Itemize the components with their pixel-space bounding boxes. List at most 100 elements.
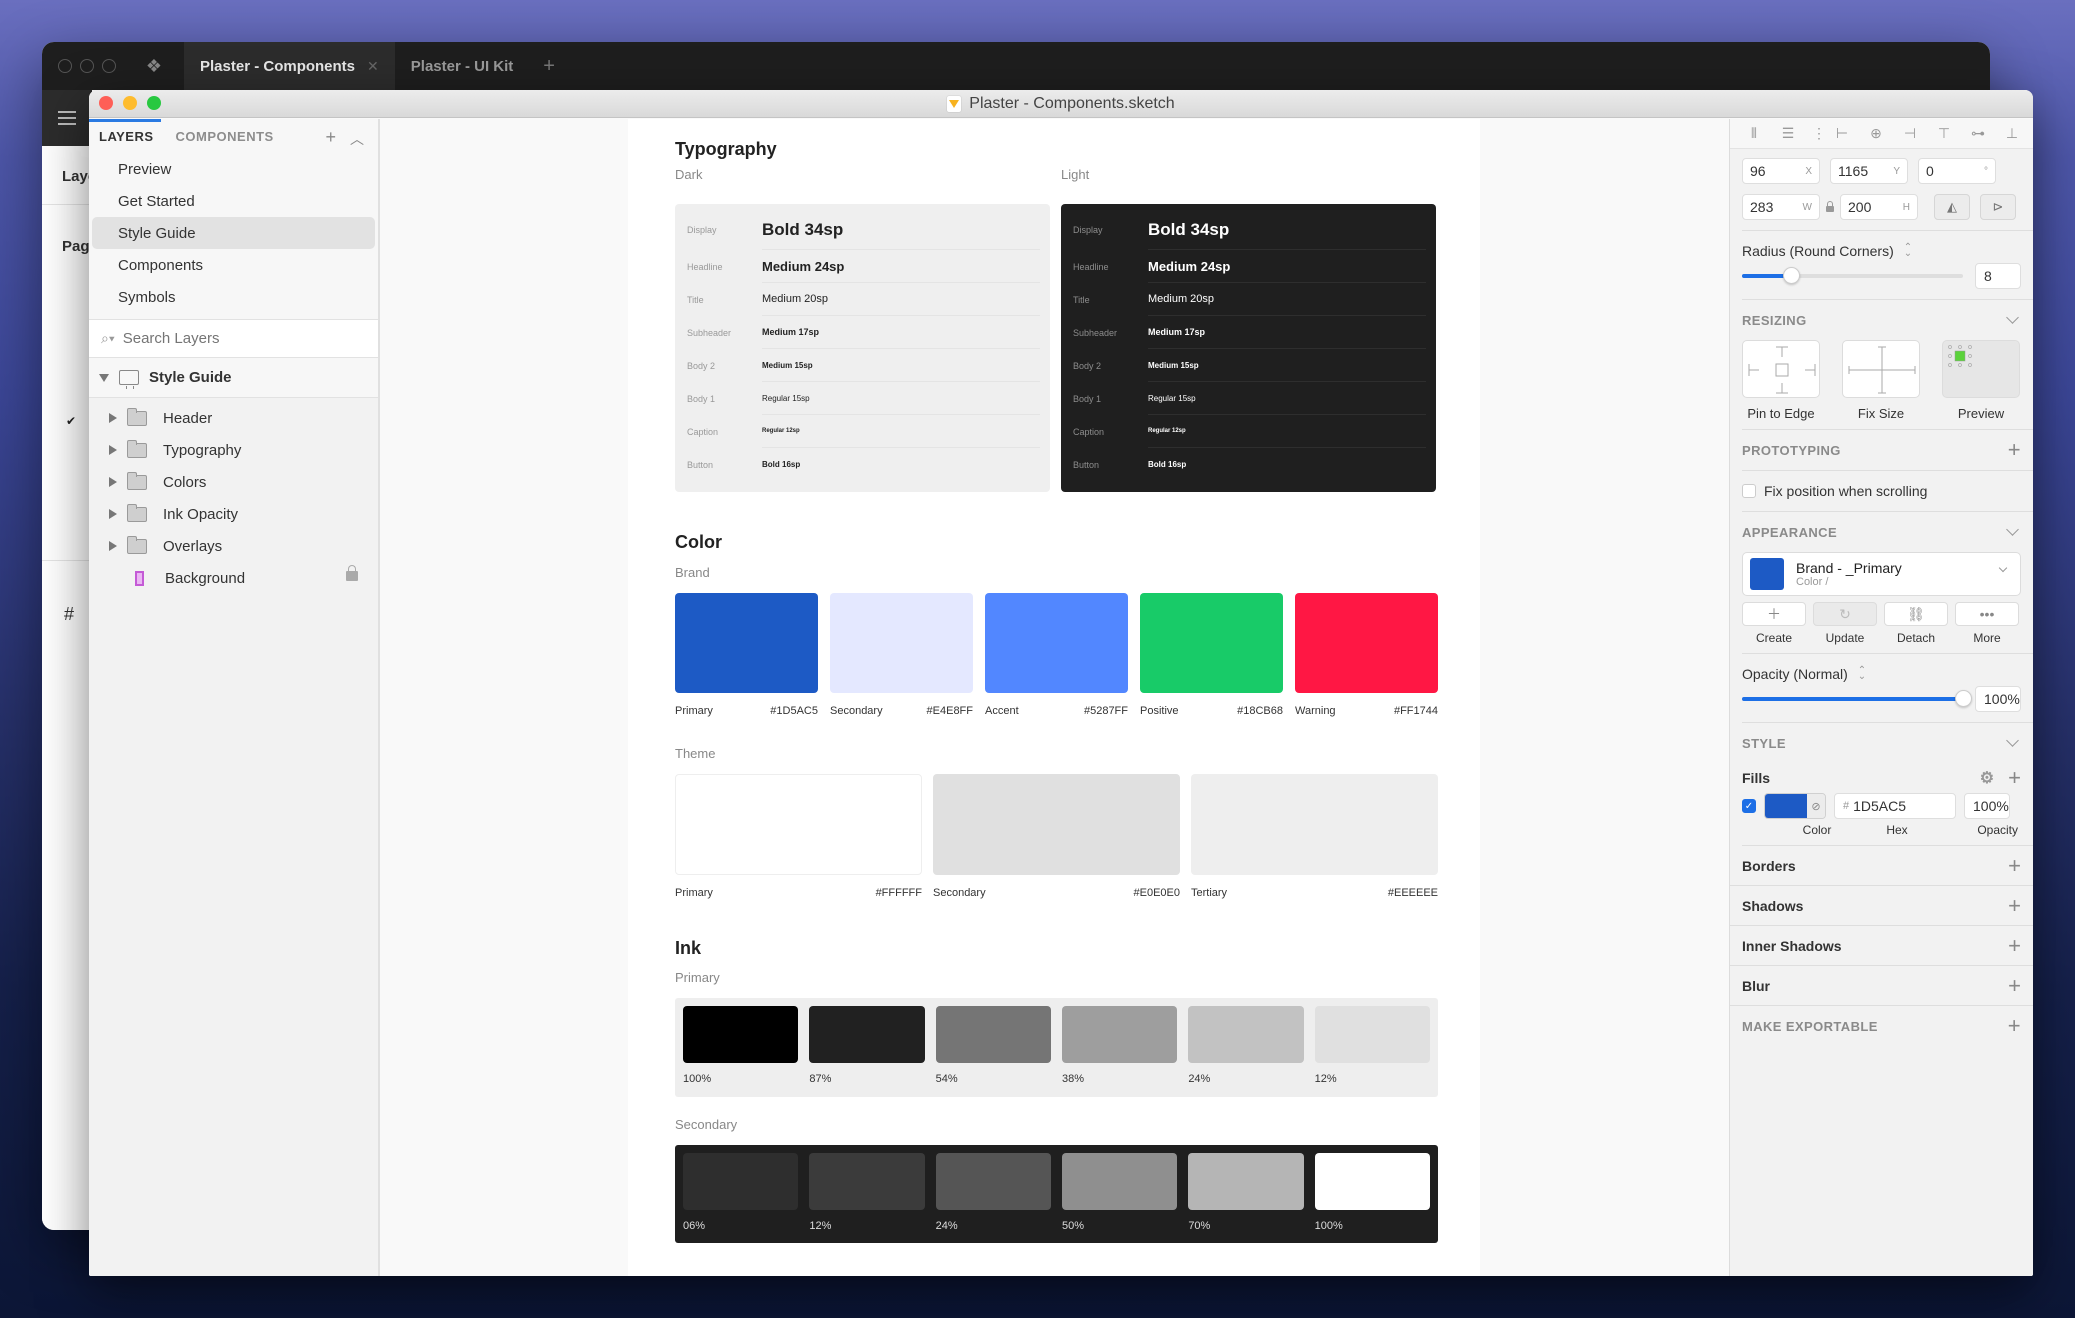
more-options-button[interactable]: ••• (1955, 602, 2019, 626)
ink-chip[interactable] (683, 1153, 799, 1210)
typography-card-light[interactable]: Display Bold 34sp Headline Medium 24sp Title… (1061, 204, 1436, 492)
search-layers-input[interactable] (122, 330, 323, 347)
width-field[interactable]: 283 W (1742, 194, 1820, 220)
disclosure-collapsed-icon[interactable] (109, 477, 117, 487)
opacity-value-field[interactable]: 100% (1975, 686, 2021, 712)
color-chip[interactable] (1191, 774, 1438, 875)
outer-menu-button[interactable] (42, 90, 92, 146)
ink-chip[interactable] (1061, 1153, 1178, 1210)
add-border-plus-icon[interactable]: + (2008, 854, 2021, 877)
fill-opacity-field[interactable]: 100% (1964, 793, 2010, 819)
minimize-window-button[interactable] (123, 96, 137, 110)
color-swatch[interactable]: Positive #18CB68 (1140, 593, 1283, 717)
layer-item-ink-opacity[interactable]: Ink Opacity (89, 498, 378, 530)
distribute-vertical-icon[interactable]: ☰ (1778, 125, 1798, 142)
ink-swatch[interactable]: 12% (809, 1153, 925, 1243)
x-position-field[interactable]: 96 X (1742, 158, 1820, 184)
layer-item-colors[interactable]: Colors (89, 466, 378, 498)
disclosure-expanded-icon[interactable] (99, 373, 109, 382)
ink-chip[interactable] (1061, 1006, 1178, 1063)
close-window-button[interactable] (99, 96, 113, 110)
outer-close-button[interactable] (58, 59, 72, 73)
ink-chip[interactable] (1314, 1153, 1430, 1210)
align-top-icon[interactable]: ⊤ (1934, 125, 1954, 142)
theme-swatch[interactable]: Secondary #E0E0E0 (933, 774, 1180, 899)
color-swatch[interactable]: Warning #FF1744 (1295, 593, 1438, 717)
layer-item-header[interactable]: Header (89, 402, 378, 434)
page-item-style-guide[interactable]: Style Guide (92, 217, 375, 249)
layer-item-typography[interactable]: Typography (89, 434, 378, 466)
ink-swatch[interactable]: 06% (683, 1153, 799, 1243)
add-prototyping-plus-icon[interactable]: + (2008, 439, 2021, 461)
artboard-layer-style-guide[interactable]: Style Guide (89, 358, 378, 398)
align-right-icon[interactable]: ⊣ (1900, 125, 1920, 142)
make-exportable-header[interactable]: MAKE EXPORTABLE + (1730, 1006, 2033, 1046)
search-icon[interactable]: ⌕▾ (101, 330, 115, 347)
page-item-preview[interactable]: Preview (92, 153, 375, 185)
ink-chip[interactable] (935, 1153, 1051, 1210)
align-bottom-icon[interactable]: ⊥ (2002, 125, 2022, 142)
borders-header[interactable]: Borders + (1730, 846, 2033, 886)
zoom-window-button[interactable] (147, 96, 161, 110)
radius-slider-knob[interactable] (1782, 267, 1800, 284)
detach-style-button[interactable]: ⛓ (1884, 602, 1948, 626)
add-page-plus-icon[interactable]: + (325, 127, 336, 149)
outer-tab-ui-kit[interactable]: Plaster - UI Kit (395, 42, 530, 90)
chevron-down-icon[interactable] (1998, 563, 2008, 573)
disclosure-collapsed-icon[interactable] (109, 445, 117, 455)
align-left-icon[interactable]: ⊢ (1832, 125, 1852, 142)
radius-stepper-icon[interactable]: ⌃ ⌄ (1904, 243, 1912, 259)
color-swatch[interactable]: Secondary #E4E8FF (830, 593, 973, 717)
radius-value-field[interactable]: 8 (1975, 263, 2021, 289)
ink-swatch[interactable]: 87% (809, 1006, 925, 1097)
tab-layers[interactable]: LAYERS (99, 129, 154, 144)
ink-swatch[interactable]: 50% (1061, 1153, 1178, 1243)
color-swatch[interactable]: Accent #5287FF (985, 593, 1128, 717)
color-chip[interactable] (1295, 593, 1438, 693)
detach-style-action[interactable]: ⛓ Detach (1884, 602, 1948, 645)
ink-swatch[interactable]: 54% (935, 1006, 1051, 1097)
inner-shadows-header[interactable]: Inner Shadows + (1730, 926, 2033, 966)
opacity-slider-knob[interactable] (1955, 690, 1972, 707)
new-tab-plus-icon[interactable]: + (543, 55, 555, 78)
figma-logo-icon[interactable]: ❖ (144, 56, 164, 77)
collapse-chevron-up-icon[interactable]: ︿ (350, 129, 364, 149)
ink-chip[interactable] (809, 1006, 925, 1063)
close-tab-icon[interactable]: ✕ (367, 58, 379, 75)
add-inner-shadow-plus-icon[interactable]: + (2008, 934, 2021, 957)
pin-to-edge-widget[interactable] (1742, 340, 1820, 398)
ink-chip[interactable] (1314, 1006, 1430, 1063)
chevron-down-icon[interactable] (2006, 734, 2019, 747)
color-chip[interactable] (675, 593, 818, 693)
lock-icon[interactable] (346, 565, 358, 581)
canvas[interactable]: Typography Dark Light Display Bold 34sp He… (382, 119, 1729, 1276)
prototyping-section-header[interactable]: PROTOTYPING + (1730, 430, 2033, 470)
shadows-header[interactable]: Shadows + (1730, 886, 2033, 926)
page-item-symbols[interactable]: Symbols (92, 281, 375, 313)
page-item-components[interactable]: Components (92, 249, 375, 281)
disclosure-collapsed-icon[interactable] (109, 541, 117, 551)
ink-swatch[interactable]: 24% (935, 1153, 1051, 1243)
typography-card-dark[interactable]: Display Bold 34sp Headline Medium 24sp Title… (675, 204, 1050, 492)
color-swatch[interactable]: Primary #1D5AC5 (675, 593, 818, 717)
detach-color-icon[interactable]: ⊘ (1807, 794, 1825, 818)
page-item-get-started[interactable]: Get Started (92, 185, 375, 217)
ink-swatch[interactable]: 100% (1314, 1153, 1430, 1243)
ink-chip[interactable] (683, 1006, 799, 1063)
outer-tab-components[interactable]: Plaster - Components ✕ (184, 42, 395, 90)
ink-chip[interactable] (809, 1153, 925, 1210)
disclosure-collapsed-icon[interactable] (109, 509, 117, 519)
ink-swatch[interactable]: 24% (1188, 1006, 1304, 1097)
add-blur-plus-icon[interactable]: + (2008, 974, 2021, 997)
constrain-proportions-lock-icon[interactable] (1826, 200, 1834, 212)
outer-minimize-button[interactable] (80, 59, 94, 73)
align-middle-vertical-icon[interactable]: ⊶ (1968, 125, 1988, 142)
chevron-down-icon[interactable] (2006, 523, 2019, 536)
align-center-horizontal-icon[interactable]: ⊕ (1866, 125, 1886, 142)
outer-zoom-button[interactable] (102, 59, 116, 73)
flip-vertical-button[interactable]: ⊳ (1980, 194, 2016, 220)
y-position-field[interactable]: 1165 Y (1830, 158, 1908, 184)
distribute-horizontal-icon[interactable]: ⫴ (1744, 125, 1764, 142)
ink-swatch[interactable]: 100% (683, 1006, 799, 1097)
ink-swatch[interactable]: 70% (1188, 1153, 1304, 1243)
